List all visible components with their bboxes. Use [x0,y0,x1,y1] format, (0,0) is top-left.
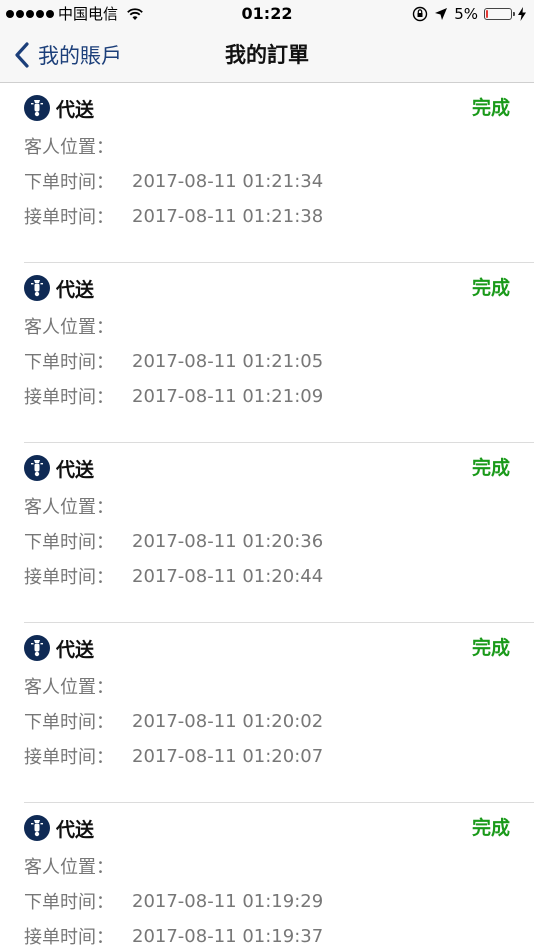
accept-time-value: 2017-08-11 01:20:07 [132,745,324,767]
order-time-label: 下单时间： [24,532,114,553]
scooter-icon [24,815,50,841]
order-time-label: 下单时间： [24,172,114,193]
order-time-label: 下单时间： [24,712,114,733]
charging-bolt-icon [518,7,526,21]
accept-time-row: 接单时间： 2017-08-11 01:21:38 [24,203,323,229]
order-header: 代送 [24,95,94,121]
accept-time-label: 接单时间： [24,207,114,228]
location-row: 客人位置： [24,313,132,339]
order-time-value: 2017-08-11 01:20:02 [132,710,324,732]
battery-level [486,10,488,18]
order-header: 代送 [24,275,94,301]
order-header: 代送 [24,635,94,661]
accept-time-value: 2017-08-11 01:19:37 [132,925,324,947]
accept-time-label: 接单时间： [24,747,114,768]
order-time-row: 下单时间： 2017-08-11 01:21:05 [24,348,323,374]
order-card[interactable]: 代送 完成 客人位置： 下单时间： 2017-08-11 01:21:05 接单… [24,263,534,443]
order-time-label: 下单时间： [24,892,114,913]
order-time-row: 下单时间： 2017-08-11 01:21:34 [24,168,323,194]
location-row: 客人位置： [24,673,132,699]
order-status: 完成 [471,817,510,839]
accept-time-row: 接单时间： 2017-08-11 01:20:07 [24,743,323,769]
accept-time-value: 2017-08-11 01:21:38 [132,205,324,227]
accept-time-label: 接单时间： [24,567,114,588]
screen: 中国电信 01:22 5% 我的賬戶 我的訂單 代送 完成 客人位置： 下单时间… [0,0,534,950]
order-type: 代送 [56,98,95,121]
scooter-icon [24,275,50,301]
battery-icon [484,8,515,20]
location-label: 客人位置： [24,497,114,518]
order-type: 代送 [56,278,95,301]
order-time-value: 2017-08-11 01:21:05 [132,350,324,372]
status-right: 5% [412,4,526,24]
location-row: 客人位置： [24,493,132,519]
order-time-value: 2017-08-11 01:20:36 [132,530,324,552]
order-header: 代送 [24,815,94,841]
order-status: 完成 [471,637,510,659]
orientation-lock-icon [413,6,428,22]
location-row: 客人位置： [24,853,132,879]
scooter-icon [24,95,50,121]
order-header: 代送 [24,455,94,481]
accept-time-label: 接单时间： [24,387,114,408]
accept-time-row: 接单时间： 2017-08-11 01:21:09 [24,383,323,409]
location-arrow-icon [435,8,448,20]
accept-time-row: 接单时间： 2017-08-11 01:20:44 [24,563,323,589]
order-time-label: 下单时间： [24,352,114,373]
accept-time-value: 2017-08-11 01:20:44 [132,565,324,587]
order-status: 完成 [471,97,510,119]
order-type: 代送 [56,638,95,661]
order-list: 代送 完成 客人位置： 下单时间： 2017-08-11 01:21:34 接单… [0,83,534,950]
order-status: 完成 [471,457,510,479]
scooter-icon [24,635,50,661]
navigation-bar: 我的賬戶 我的訂單 [0,28,534,83]
location-label: 客人位置： [24,857,114,878]
order-card[interactable]: 代送 完成 客人位置： 下单时间： 2017-08-11 01:20:36 接单… [24,443,534,623]
location-label: 客人位置： [24,317,114,338]
accept-time-row: 接单时间： 2017-08-11 01:19:37 [24,923,323,949]
order-time-row: 下单时间： 2017-08-11 01:19:29 [24,888,323,914]
accept-time-label: 接单时间： [24,927,114,948]
location-row: 客人位置： [24,133,132,159]
scooter-icon [24,455,50,481]
order-type: 代送 [56,818,95,841]
order-status: 完成 [471,277,510,299]
order-card[interactable]: 代送 完成 客人位置： 下单时间： 2017-08-11 01:19:29 接单… [24,803,510,950]
order-type: 代送 [56,458,95,481]
status-bar: 中国电信 01:22 5% [0,0,534,28]
accept-time-value: 2017-08-11 01:21:09 [132,385,324,407]
order-card[interactable]: 代送 完成 客人位置： 下单时间： 2017-08-11 01:21:34 接单… [24,83,534,263]
order-time-value: 2017-08-11 01:19:29 [132,890,324,912]
order-card[interactable]: 代送 完成 客人位置： 下单时间： 2017-08-11 01:20:02 接单… [24,623,534,803]
order-time-row: 下单时间： 2017-08-11 01:20:02 [24,708,323,734]
location-label: 客人位置： [24,137,114,158]
page-title: 我的訂單 [225,43,309,67]
order-time-value: 2017-08-11 01:21:34 [132,170,324,192]
battery-percent: 5% [454,5,478,23]
location-label: 客人位置： [24,677,114,698]
order-time-row: 下单时间： 2017-08-11 01:20:36 [24,528,323,554]
